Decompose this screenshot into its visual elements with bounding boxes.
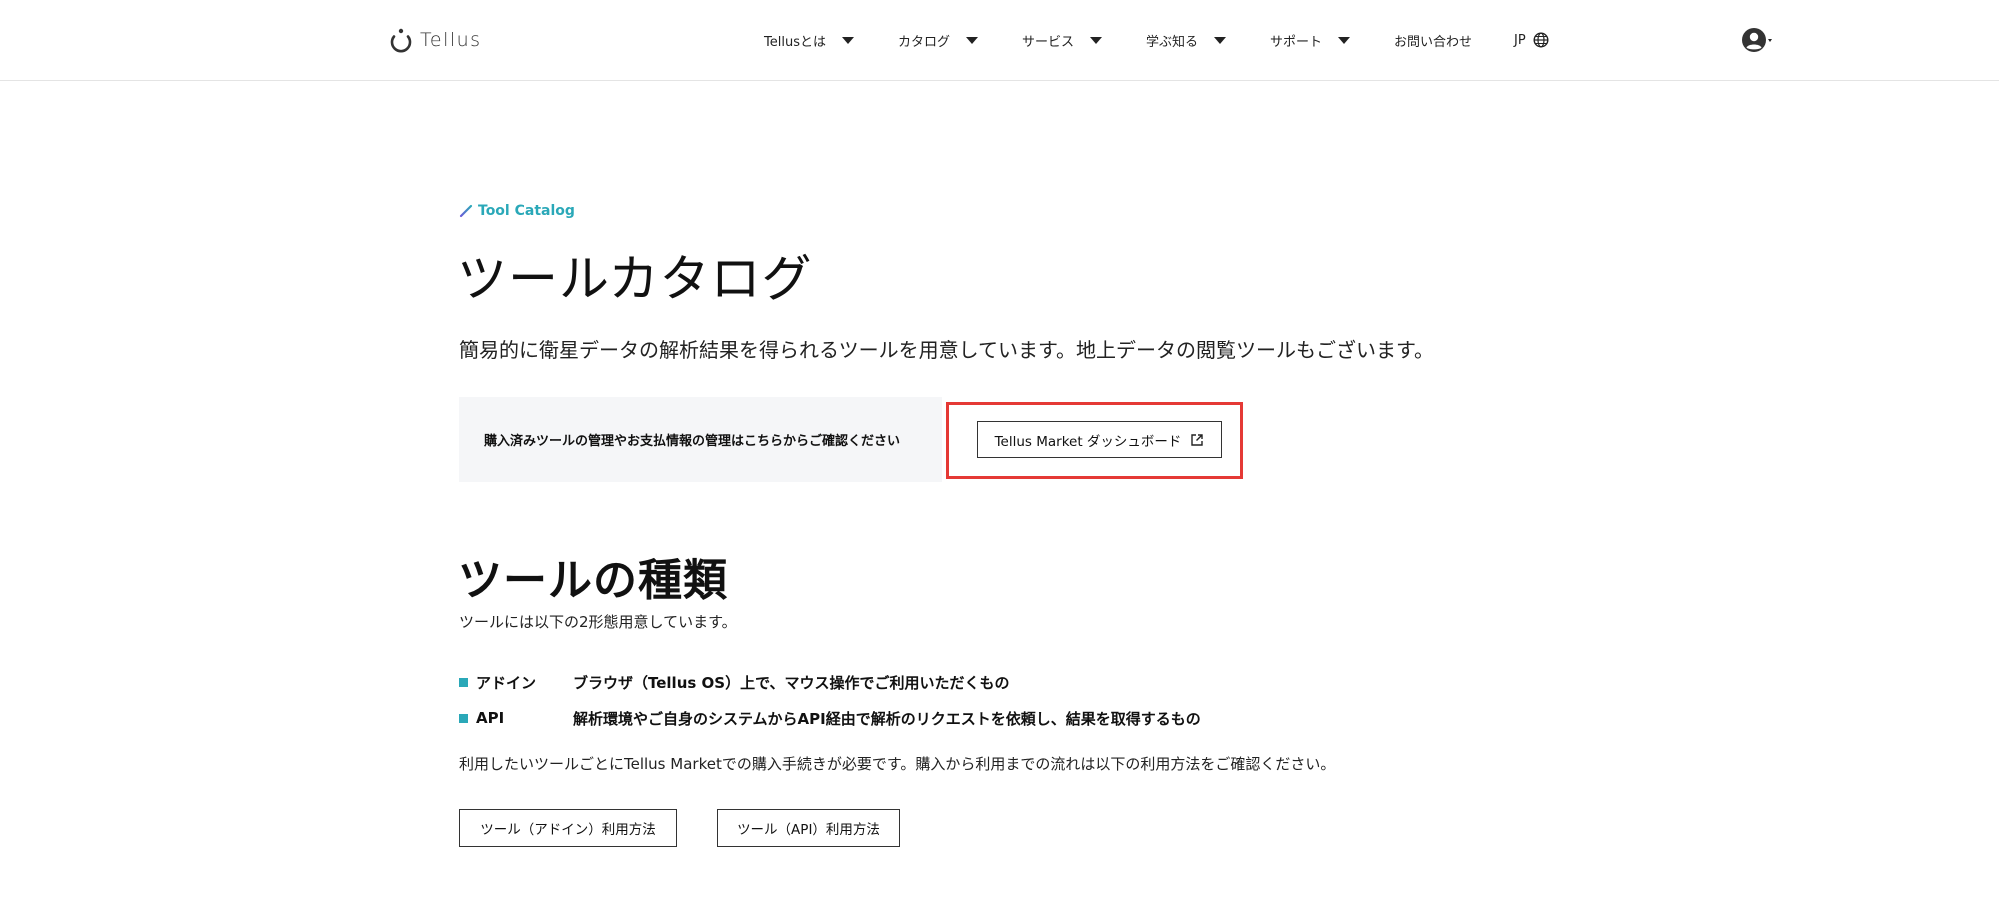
- language-switcher[interactable]: JP: [1514, 28, 1549, 52]
- caret-down-icon: [1090, 36, 1103, 44]
- api-howto-button[interactable]: ツール（API）利用方法: [717, 809, 900, 847]
- tool-type-name: アドイン: [476, 673, 537, 692]
- nav-label: 学ぶ知る: [1146, 34, 1199, 50]
- eyebrow: Tool Catalog: [459, 203, 575, 219]
- nav-label: サポート: [1270, 34, 1323, 50]
- language-label: JP: [1514, 32, 1526, 48]
- button-label: ツール（アドイン）利用方法: [480, 822, 656, 838]
- nav-label: Tellusとは: [764, 34, 826, 50]
- nav-item-support[interactable]: サポート: [1270, 28, 1351, 52]
- nav-item-about[interactable]: Tellusとは: [764, 28, 854, 52]
- nav-item-catalog[interactable]: カタログ: [898, 28, 979, 52]
- dashboard-button-label: Tellus Market ダッシュボード: [994, 433, 1182, 450]
- nav-label: カタログ: [898, 34, 951, 50]
- site-header: Tellus Tellusとは カタログ サービス 学ぶ知る サポート お問い合…: [0, 0, 1999, 81]
- tool-type-name: API: [476, 709, 505, 727]
- logo-text: Tellus: [420, 29, 482, 51]
- external-link-icon: [1191, 433, 1204, 446]
- section-description: ツールには以下の2形態用意しています。: [459, 613, 737, 631]
- tool-type-item: アドイン ブラウザ（Tellus OS）上で、マウス操作でご利用いただくもの: [459, 671, 1009, 693]
- purchase-notice: 購入済みツールの管理やお支払情報の管理はこちらからご確認ください: [459, 397, 942, 482]
- caret-down-icon: [841, 36, 854, 44]
- eyebrow-label: Tool Catalog: [478, 203, 575, 219]
- button-label: ツール（API）利用方法: [737, 822, 880, 838]
- caret-down-icon: [1768, 38, 1772, 42]
- purchase-note: 利用したいツールごとにTellus Marketでの購入手続きが必要です。購入か…: [459, 755, 1336, 773]
- pencil-icon: [459, 204, 473, 218]
- tool-type-item: API 解析環境やご自身のシステムからAPI経由で解析のリクエストを依頼し、結果…: [459, 707, 1201, 729]
- tellus-logo[interactable]: Tellus: [389, 25, 482, 55]
- page-lead: 簡易的に衛星データの解析結果を得られるツールを用意しています。地上データの閲覧ツ…: [459, 338, 1434, 362]
- nav-item-service[interactable]: サービス: [1022, 28, 1103, 52]
- user-menu[interactable]: [1741, 27, 1772, 53]
- section-title: ツールの種類: [458, 555, 728, 606]
- globe-icon: [1533, 32, 1549, 48]
- notice-text: 購入済みツールの管理やお支払情報の管理はこちらからご確認ください: [484, 434, 901, 449]
- caret-down-icon: [966, 36, 979, 44]
- tool-type-description: ブラウザ（Tellus OS）上で、マウス操作でご利用いただくもの: [573, 673, 1010, 692]
- bullet-square-icon: [459, 713, 468, 723]
- caret-down-icon: [1214, 36, 1227, 44]
- nav-label: サービス: [1022, 34, 1075, 50]
- nav-item-learn[interactable]: 学ぶ知る: [1146, 28, 1227, 52]
- market-dashboard-button[interactable]: Tellus Market ダッシュボード: [977, 421, 1222, 458]
- user-account-icon: [1742, 28, 1766, 52]
- nav-label: お問い合わせ: [1394, 34, 1473, 50]
- caret-down-icon: [1338, 36, 1351, 44]
- tool-type-description: 解析環境やご自身のシステムからAPI経由で解析のリクエストを依頼し、結果を取得す…: [573, 709, 1201, 728]
- nav-item-contact[interactable]: お問い合わせ: [1394, 28, 1472, 52]
- bullet-square-icon: [459, 677, 468, 687]
- tellus-logo-icon: [390, 28, 412, 53]
- page-title: ツールカタログ: [457, 250, 813, 308]
- addin-howto-button[interactable]: ツール（アドイン）利用方法: [459, 809, 677, 847]
